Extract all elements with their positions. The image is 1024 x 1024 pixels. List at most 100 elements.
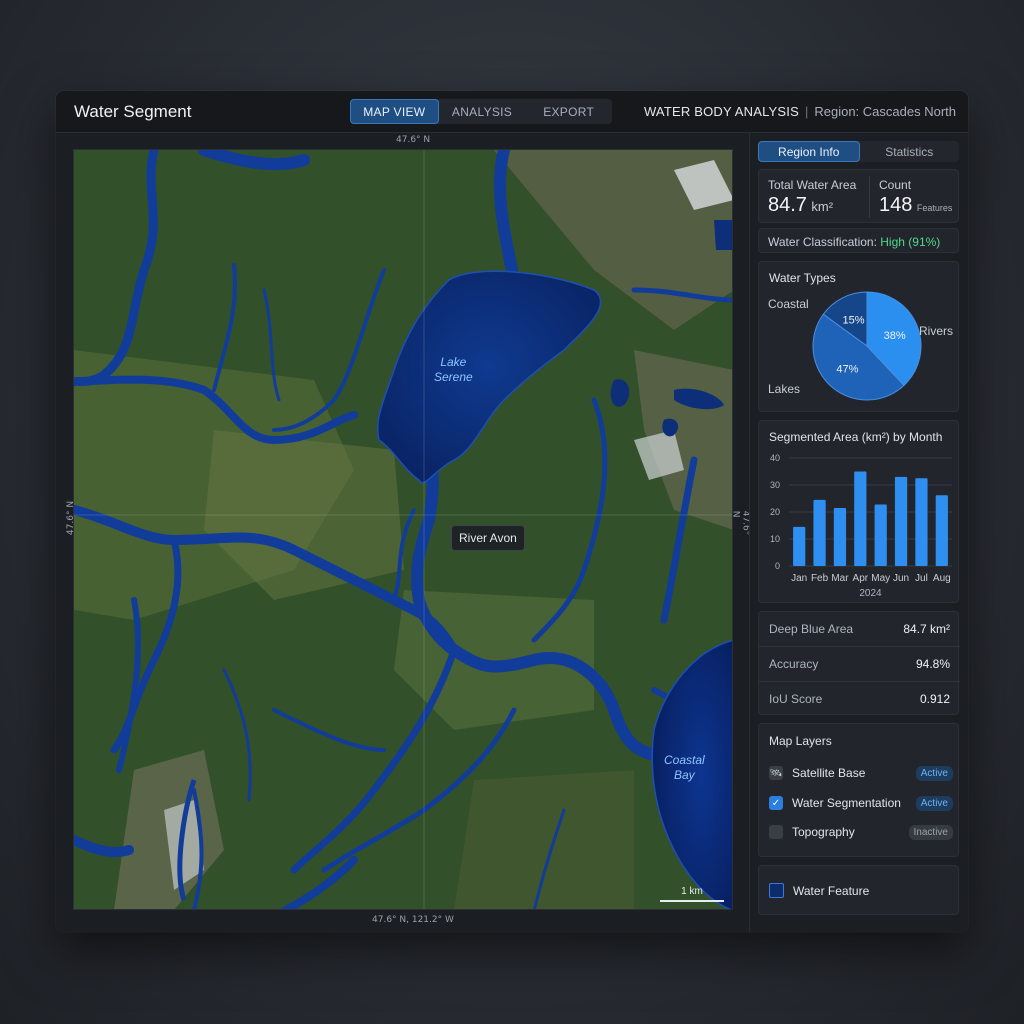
bay-label-line2: Bay: [674, 768, 695, 782]
pie-category-label: Rivers: [919, 324, 953, 338]
header-separator: |: [804, 104, 809, 119]
pie-value-label: 47%: [836, 363, 858, 375]
view-tabs: MAP VIEW ANALYSIS EXPORT: [350, 99, 612, 124]
y-tick-label: 0: [775, 561, 780, 571]
bar-feb[interactable]: [813, 499, 826, 566]
metric-value: 0.912: [919, 692, 950, 706]
scale-bar-line: [660, 900, 724, 902]
layer-status-badge: Inactive: [908, 824, 953, 840]
y-tick-label: 20: [770, 507, 780, 517]
scale-label: 1 km: [681, 886, 703, 897]
lake-label-line1: Lake: [440, 355, 467, 369]
total-area-value: 84.7: [768, 194, 807, 216]
y-tick-label: 30: [770, 480, 780, 490]
metric-label: Deep Blue Area: [769, 622, 854, 636]
tab-map-view[interactable]: MAP VIEW: [350, 99, 439, 124]
water-feature-swatch-icon: [769, 883, 784, 898]
classification-label: Water Classification:: [768, 235, 877, 249]
tab-statistics[interactable]: Statistics: [860, 141, 960, 162]
empty-checkbox-icon[interactable]: [769, 825, 783, 839]
tab-analysis[interactable]: ANALYSIS: [439, 99, 526, 124]
metric-label: Accuracy: [769, 657, 819, 671]
layer-topography[interactable]: Topography Inactive: [769, 823, 953, 841]
total-area-label: Total Water Area: [768, 178, 857, 192]
count-block: Count 148 Features: [879, 178, 952, 217]
y-tick-label: 10: [770, 534, 780, 544]
map-area: 47.6° N 47.6° N 47.6° N 47.6° N, 121.2° …: [56, 133, 751, 932]
tab-export[interactable]: EXPORT: [525, 99, 612, 124]
metric-value: 94.8%: [915, 657, 950, 671]
legend-label: Water Feature: [793, 883, 870, 898]
segmented-area-chart: 0 10 20 30 40 Jan Feb Mar Apr May Jun Jul Aug 2024: [770, 453, 952, 599]
layer-status-badge: Active: [915, 795, 953, 811]
lake-label-line2: Serene: [434, 370, 473, 384]
pie-value-label: 15%: [843, 315, 865, 327]
bar-jun[interactable]: [894, 476, 908, 566]
x-axis-label: 2024: [859, 588, 882, 599]
x-tick-label: Jun: [893, 573, 909, 584]
y-tick-label: 40: [770, 453, 780, 463]
map-layers-title: Map Layers: [769, 734, 832, 748]
coord-right: 47.6° N: [730, 510, 751, 536]
tab-region-info[interactable]: Region Info: [758, 141, 860, 162]
metric-divider: [759, 681, 960, 682]
x-tick-label: Jul: [915, 573, 928, 584]
x-tick-label: Jan: [791, 573, 807, 584]
metric-accuracy: Accuracy 94.8%: [769, 657, 950, 671]
scale-bar: 1 km: [660, 886, 724, 902]
metric-label: IoU Score: [769, 692, 823, 706]
metric-iou-score: IoU Score 0.912: [769, 692, 950, 706]
coord-bottom: 47.6° N, 121.2° W: [372, 915, 454, 925]
x-tick-label: Feb: [811, 573, 829, 584]
satellite-map[interactable]: Lake Serene River Avon Coastal Bay 1 km: [73, 149, 733, 910]
map-svg: [74, 150, 732, 909]
analysis-title: WATER BODY ANALYSIS: [643, 104, 799, 119]
layer-satellite-base[interactable]: 🛰 Satellite Base Active: [769, 764, 953, 782]
x-tick-label: Aug: [933, 573, 951, 584]
checkmark-icon[interactable]: ✓: [769, 796, 783, 810]
layer-status-badge: Active: [915, 765, 953, 781]
bar-aug[interactable]: [935, 495, 948, 566]
app-header: Water Segment MAP VIEW ANALYSIS EXPORT W…: [56, 91, 968, 133]
header-region-info: WATER BODY ANALYSIS | Region: Cascades Nor…: [644, 104, 956, 119]
coord-top: 47.6° N: [396, 135, 431, 145]
bay-label-line1: Coastal: [664, 753, 705, 767]
water-types-pie: 38% Rivers 47% Lakes 15% Coastal: [768, 291, 953, 401]
bar-apr[interactable]: [854, 471, 867, 567]
map-layers-card: Map Layers 🛰 Satellite Base Active ✓ Wat…: [758, 723, 959, 857]
layer-water-segmentation[interactable]: ✓ Water Segmentation Active: [769, 794, 953, 812]
bar-jul[interactable]: [915, 478, 928, 566]
count-label: Count: [879, 178, 912, 192]
summary-card: Total Water Area 84.7 km² Count 148 Feat…: [758, 169, 959, 223]
metric-divider: [759, 646, 960, 647]
metric-value: 84.7 km²: [903, 622, 950, 636]
pie-category-label: Lakes: [768, 382, 800, 396]
count-value: 148: [879, 194, 913, 216]
river-avon-label[interactable]: River Avon: [451, 525, 525, 551]
coastal-bay-label: Coastal Bay: [664, 753, 705, 783]
classification-row: Water Classification: High (91%): [768, 235, 940, 249]
segmented-area-card: Segmented Area (km²) by Month 0 10 20 30 40 J…: [758, 420, 959, 603]
water-types-card: Water Types 38% Rivers 47% Lakes 15% Coastal: [758, 261, 959, 412]
count-unit: Features: [916, 203, 953, 213]
x-tick-label: May: [871, 573, 890, 584]
metric-deep-blue-area: Deep Blue Area 84.7 km²: [769, 622, 950, 636]
panel-tabs: Region Info Statistics: [758, 141, 959, 162]
layer-name: Topography: [792, 825, 855, 839]
pie-category-label: Coastal: [768, 297, 809, 311]
lake-serene-label: Lake Serene: [434, 355, 473, 385]
panel-divider: [749, 133, 750, 932]
classification-card: Water Classification: High (91%): [758, 228, 959, 253]
layer-name: Satellite Base: [792, 766, 866, 780]
bar-jan[interactable]: [793, 526, 806, 566]
total-area-unit: km²: [811, 199, 834, 214]
legend-item: Water Feature: [769, 883, 869, 898]
x-tick-label: Apr: [853, 573, 869, 584]
bar-may[interactable]: [874, 504, 887, 566]
app-window: Water Segment MAP VIEW ANALYSIS EXPORT W…: [56, 91, 968, 932]
satellite-icon[interactable]: 🛰: [769, 766, 783, 780]
bar-mar[interactable]: [833, 507, 847, 566]
total-area-block: Total Water Area 84.7 km²: [768, 178, 856, 217]
metrics-card: Deep Blue Area 84.7 km² Accuracy 94.8% I…: [758, 611, 960, 715]
legend-card: Water Feature: [758, 865, 959, 915]
